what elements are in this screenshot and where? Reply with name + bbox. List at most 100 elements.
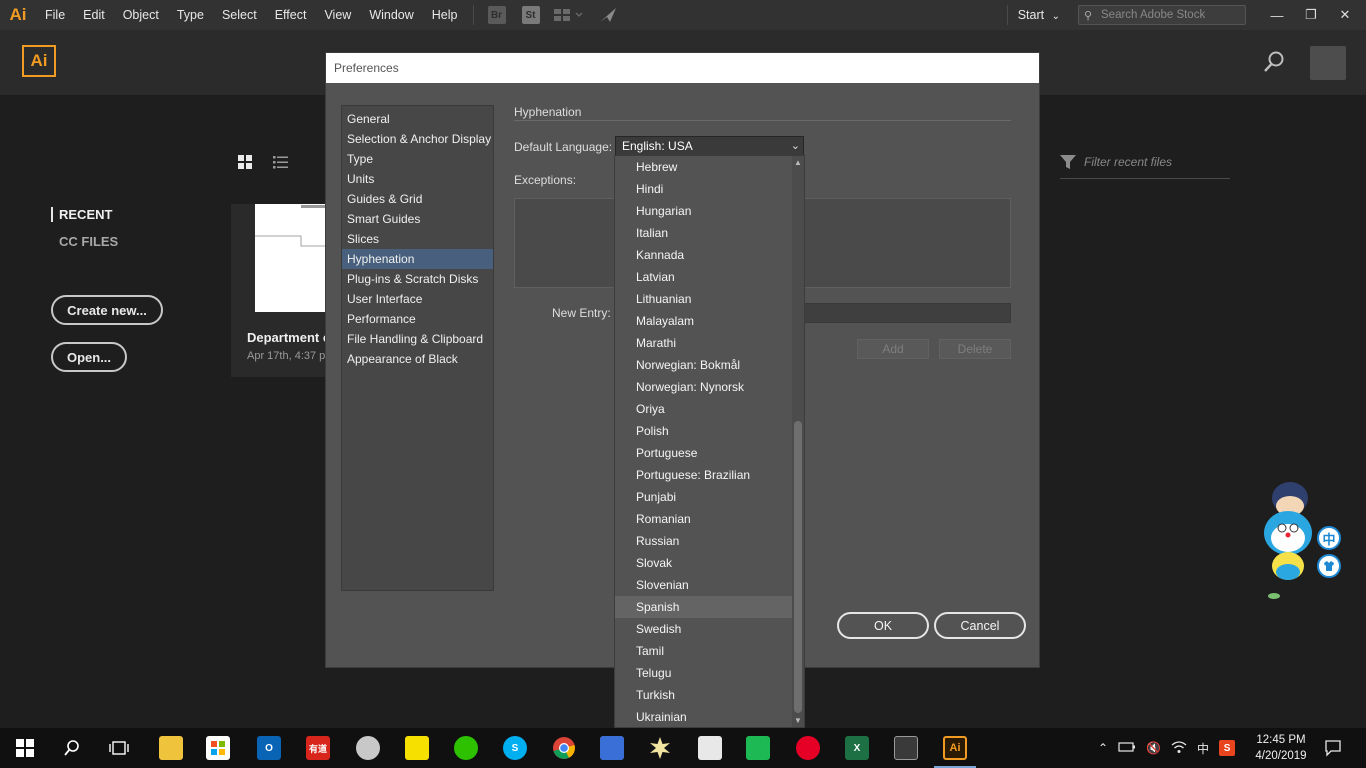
netease-music-icon[interactable] xyxy=(796,736,820,760)
ime-skin-icon[interactable] xyxy=(1317,554,1341,578)
cancel-button[interactable]: Cancel xyxy=(934,612,1026,639)
language-option[interactable]: Kannada xyxy=(615,244,793,266)
ime-mascot-widget[interactable]: 中 xyxy=(1258,478,1348,603)
sticky-notes-icon[interactable] xyxy=(405,736,429,760)
ok-button[interactable]: OK xyxy=(837,612,929,639)
language-option[interactable]: Hebrew xyxy=(615,156,793,178)
language-option[interactable]: Oriya xyxy=(615,398,793,420)
stock-icon[interactable]: St xyxy=(521,6,540,24)
menu-view[interactable]: View xyxy=(315,0,360,30)
recent-file-card[interactable]: Department c Apr 17th, 4:37 pm xyxy=(231,204,331,377)
menu-object[interactable]: Object xyxy=(114,0,168,30)
language-option[interactable]: Norwegian: Bokmål xyxy=(615,354,793,376)
default-language-select[interactable]: English: USA ⌄ xyxy=(615,136,804,157)
menu-type[interactable]: Type xyxy=(168,0,213,30)
chrome-icon[interactable] xyxy=(552,736,576,760)
scrollbar-thumb[interactable] xyxy=(794,421,802,713)
grid-view-icon[interactable] xyxy=(238,155,253,173)
youdao-dict-icon[interactable]: 有道 xyxy=(306,736,330,760)
category-appearance-of-black[interactable]: Appearance of Black xyxy=(342,349,493,369)
language-option[interactable]: Hindi xyxy=(615,178,793,200)
language-option[interactable]: Norwegian: Nynorsk xyxy=(615,376,793,398)
app-icon-green[interactable] xyxy=(746,736,770,760)
category-file-handling-clipboard[interactable]: File Handling & Clipboard xyxy=(342,329,493,349)
language-option[interactable]: Turkish xyxy=(615,684,793,706)
category-performance[interactable]: Performance xyxy=(342,309,493,329)
category-user-interface[interactable]: User Interface xyxy=(342,289,493,309)
gpu-performance-icon[interactable] xyxy=(598,6,618,24)
language-option[interactable]: Telugu xyxy=(615,662,793,684)
language-option[interactable]: Hungarian xyxy=(615,200,793,222)
menu-effect[interactable]: Effect xyxy=(266,0,316,30)
language-option[interactable]: Lithuanian xyxy=(615,288,793,310)
add-button[interactable]: Add xyxy=(857,339,929,359)
task-view-icon[interactable] xyxy=(107,736,131,760)
app-icon-burst[interactable] xyxy=(648,736,672,760)
language-option[interactable]: Swedish xyxy=(615,618,793,640)
language-option[interactable]: Italian xyxy=(615,222,793,244)
language-option[interactable]: Slovenian xyxy=(615,574,793,596)
language-option[interactable]: Portuguese xyxy=(615,442,793,464)
category-selection-anchor-display[interactable]: Selection & Anchor Display xyxy=(342,129,493,149)
search-icon[interactable] xyxy=(60,736,84,760)
open-button[interactable]: Open... xyxy=(51,342,127,372)
calculator-icon[interactable] xyxy=(894,736,918,760)
avatar[interactable] xyxy=(1310,46,1346,80)
tray-chevron-up-icon[interactable]: ⌃ xyxy=(1098,741,1108,755)
language-option[interactable]: Russian xyxy=(615,530,793,552)
language-option[interactable]: Tamil xyxy=(615,640,793,662)
filter-recent-input[interactable]: Filter recent files xyxy=(1060,152,1230,179)
language-option[interactable]: Latvian xyxy=(615,266,793,288)
menu-help[interactable]: Help xyxy=(423,0,467,30)
category-general[interactable]: General xyxy=(342,109,493,129)
dropdown-scrollbar[interactable]: ▲ ▼ xyxy=(792,156,804,727)
wifi-icon[interactable] xyxy=(1171,740,1187,757)
arrange-documents-icon[interactable] xyxy=(553,8,584,22)
category-guides-grid[interactable]: Guides & Grid xyxy=(342,189,493,209)
workspace-switcher[interactable]: Start ⌄ xyxy=(1018,8,1060,22)
snipping-tool-icon[interactable] xyxy=(356,736,380,760)
wechat-icon[interactable] xyxy=(454,736,478,760)
illustrator-taskbar-icon[interactable]: Ai xyxy=(943,736,967,760)
create-new-button[interactable]: Create new... xyxy=(51,295,163,325)
language-option[interactable]: Ukrainian xyxy=(615,706,793,727)
excel-icon[interactable]: X xyxy=(845,736,869,760)
nav-recent[interactable]: RECENT xyxy=(51,207,112,222)
category-type[interactable]: Type xyxy=(342,149,493,169)
language-option[interactable]: Polish xyxy=(615,420,793,442)
bridge-icon[interactable]: Br xyxy=(487,6,506,24)
windows-start-icon[interactable] xyxy=(13,736,37,760)
sogou-ime-icon[interactable]: S xyxy=(1219,740,1236,756)
category-slices[interactable]: Slices xyxy=(342,229,493,249)
delete-button[interactable]: Delete xyxy=(939,339,1011,359)
battery-icon[interactable] xyxy=(1118,741,1136,756)
language-option[interactable]: Portuguese: Brazilian xyxy=(615,464,793,486)
category-units[interactable]: Units xyxy=(342,169,493,189)
stock-search-input[interactable]: ⚲ Search Adobe Stock xyxy=(1078,5,1246,25)
close-window-button[interactable]: ✕ xyxy=(1328,0,1362,30)
language-option[interactable]: Slovak xyxy=(615,552,793,574)
menu-file[interactable]: File xyxy=(36,0,74,30)
language-option[interactable]: Romanian xyxy=(615,508,793,530)
scroll-down-arrow-icon[interactable]: ▼ xyxy=(793,716,803,725)
language-option[interactable]: Punjabi xyxy=(615,486,793,508)
outlook-icon[interactable]: O xyxy=(257,736,281,760)
file-explorer-icon[interactable] xyxy=(159,736,183,760)
language-option[interactable]: Malayalam xyxy=(615,310,793,332)
action-center-icon[interactable] xyxy=(1324,739,1342,760)
category-smart-guides[interactable]: Smart Guides xyxy=(342,209,493,229)
app-icon-pen[interactable] xyxy=(600,736,624,760)
category-hyphenation[interactable]: Hyphenation xyxy=(342,249,493,269)
language-option-highlighted[interactable]: Spanish xyxy=(615,596,793,618)
app-icon-mouse[interactable] xyxy=(698,736,722,760)
language-option[interactable]: Marathi xyxy=(615,332,793,354)
ime-language-badge[interactable]: 中 xyxy=(1317,526,1341,550)
system-clock[interactable]: 12:45 PM 4/20/2019 xyxy=(1253,732,1309,764)
search-icon[interactable] xyxy=(1262,50,1286,74)
store-icon[interactable] xyxy=(206,736,230,760)
volume-muted-icon[interactable]: 🔇 xyxy=(1146,741,1161,755)
restore-button[interactable]: ❐ xyxy=(1294,0,1328,30)
menu-window[interactable]: Window xyxy=(360,0,422,30)
app-logo[interactable]: Ai xyxy=(0,0,36,30)
category-plugins-scratch-disks[interactable]: Plug-ins & Scratch Disks xyxy=(342,269,493,289)
